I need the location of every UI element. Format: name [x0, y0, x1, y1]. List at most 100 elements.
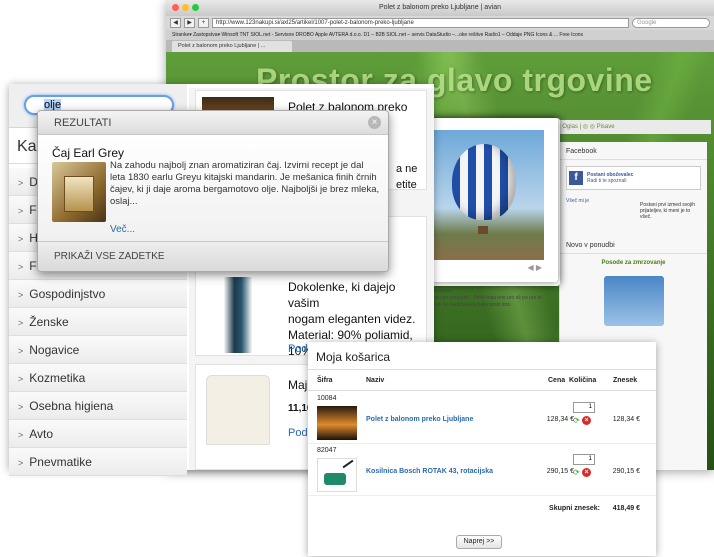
cart-total-label: Skupni znesek:	[549, 505, 600, 512]
bookmarks-bar[interactable]: Stranke▾ Zastopstva▾ Winsoft TNT SIOL.ne…	[166, 30, 714, 40]
chevron-right-icon: >	[18, 458, 24, 468]
chevron-right-icon: >	[18, 374, 24, 384]
category-label: Kozmetika	[29, 371, 86, 385]
cart-row-image[interactable]	[317, 406, 357, 440]
add-bookmark-button[interactable]: +	[198, 18, 209, 28]
lightbox-caption: 6 mesecev vajalo po omaratih". Polet tra…	[428, 288, 542, 308]
balloon-basket	[478, 226, 488, 234]
facebook-heading: Facebook	[560, 142, 707, 160]
lawnmower-handle	[342, 459, 354, 469]
remove-icon[interactable]: ×	[582, 416, 591, 425]
refresh-icon[interactable]: ⟳	[573, 468, 580, 477]
new-product-name[interactable]: Posode za zmrzovanje	[560, 254, 707, 272]
result-title[interactable]: Čaj Earl Grey	[52, 146, 124, 160]
search-result-item[interactable]: Čaj Earl Grey Na zahodu najbolj znan aro…	[38, 136, 388, 243]
category-label: Nogavice	[29, 343, 80, 357]
result-more-link[interactable]: Več...	[110, 224, 135, 235]
shopping-cart-panel: Moja košarica Šifra Naziv Cena Količina …	[308, 342, 656, 556]
category-item[interactable]: > Avto	[9, 420, 187, 448]
tab-bar: Polet z balonom preko Ljubljane | ...	[166, 40, 714, 52]
show-all-results-button[interactable]: PRIKAŽI VSE ZADETKE	[38, 241, 388, 271]
category-label: Gospodinjstvo	[29, 287, 106, 301]
web-search-field[interactable]: Google	[632, 18, 710, 28]
chevron-right-icon: >	[18, 178, 24, 188]
category-item[interactable]: > Kozmetika	[9, 364, 187, 392]
url-field[interactable]: http://www.123nakupi.si/axl25/artikel/10…	[212, 18, 629, 28]
window-title: Polet z balonom preko Ljubljane | avian	[378, 4, 502, 11]
store-nav-strip[interactable]: | Oglas | ◎ ◎ Pisave	[551, 120, 711, 134]
browser-tab[interactable]: Polet z balonom preko Ljubljane | ...	[172, 41, 292, 52]
fb-fan-sub: Radi ti te spoznali	[587, 178, 627, 184]
product-name-shirt[interactable]: Maji	[288, 377, 310, 393]
quantity-input[interactable]: 1	[573, 454, 595, 465]
cart-row-name[interactable]: Polet z balonom preko Ljubljane	[366, 416, 473, 423]
category-item[interactable]: > Nogavice	[9, 336, 187, 364]
col-kolicina: Količina	[569, 377, 597, 384]
search-results-popup: REZULTATI × Čaj Earl Grey Na zahodu najb…	[37, 110, 389, 272]
balloon-graphic	[452, 144, 516, 220]
category-label: Osebna higiena	[29, 399, 114, 413]
cart-row-price: 128,34 €	[546, 416, 574, 423]
cart-row: 82047 Kosilnica Bosch ROTAK 43, rotacijs…	[308, 444, 656, 496]
product-thumb-shirt[interactable]	[206, 375, 270, 445]
col-sifra: Šifra	[317, 377, 333, 384]
cart-row-sku: 82047	[317, 447, 337, 454]
popup-header-label: REZULTATI	[54, 117, 112, 129]
cart-row-total: 290,15 €	[612, 468, 640, 475]
balloon-lightbox: ◀ ▶	[428, 118, 558, 282]
chevron-right-icon: >	[18, 290, 24, 300]
cart-row-total: 128,34 €	[612, 416, 640, 423]
result-description: Na zahodu najbolj znan aromatiziran čaj.…	[110, 160, 380, 207]
category-label: Avto	[29, 427, 54, 441]
refresh-icon[interactable]: ⟳	[573, 416, 580, 425]
category-label: Pnevmatike	[29, 455, 92, 469]
lightbox-nav-arrows[interactable]: ◀ ▶	[527, 263, 542, 272]
chevron-right-icon: >	[18, 346, 24, 356]
close-icon[interactable]: ×	[368, 116, 381, 129]
category-label: F	[29, 203, 37, 217]
address-bar: ◀ ▶ + http://www.123nakupi.si/axl25/arti…	[166, 16, 714, 30]
new-product-image[interactable]	[603, 276, 664, 326]
window-controls[interactable]	[172, 4, 199, 11]
remove-icon[interactable]: ×	[582, 468, 591, 477]
facebook-fan-box[interactable]: f Postani oboževalec Radi ti te spoznali	[566, 166, 701, 190]
cart-row-sku: 10084	[317, 395, 337, 402]
chevron-right-icon: >	[18, 234, 24, 244]
category-label: F	[29, 259, 37, 273]
product-thumb-stockings[interactable]	[202, 277, 274, 353]
category-label: Ženske	[29, 315, 69, 329]
chevron-right-icon: >	[18, 402, 24, 412]
col-cena: Cena	[548, 377, 566, 384]
quantity-input[interactable]: 1	[573, 402, 595, 413]
window-titlebar: Polet z balonom preko Ljubljane | avian	[166, 0, 714, 16]
cart-row: 10084 Polet z balonom preko Ljubljane 12…	[308, 392, 656, 444]
product-peek-b: etite	[396, 179, 417, 191]
chevron-right-icon: >	[18, 430, 24, 440]
cart-total-value: 418,49 €	[612, 505, 640, 512]
chevron-right-icon: >	[18, 262, 24, 272]
lawnmower-graphic	[324, 473, 346, 485]
category-item[interactable]: > Gospodinjstvo	[9, 280, 187, 308]
category-item[interactable]: > Ženske	[9, 308, 187, 336]
zoom-window-button[interactable]	[192, 4, 199, 11]
new-products-heading: Novo v ponudbi	[560, 236, 707, 254]
cart-table-header: Šifra Naziv Cena Količina Znesek	[308, 369, 656, 391]
col-naziv: Naziv	[366, 377, 385, 384]
category-item[interactable]: > Pnevmatike	[9, 448, 187, 476]
cart-row-image[interactable]	[317, 458, 357, 492]
cart-row-price: 290,15 €	[546, 468, 574, 475]
minimize-window-button[interactable]	[182, 4, 189, 11]
chevron-right-icon: >	[18, 318, 24, 328]
result-thumbnail[interactable]	[52, 162, 106, 222]
col-znesek: Znesek	[613, 377, 638, 384]
facebook-icon: f	[569, 171, 583, 185]
balloon-photo[interactable]	[428, 130, 544, 260]
close-window-button[interactable]	[172, 4, 179, 11]
popup-header: REZULTATI ×	[38, 111, 388, 135]
cart-row-name[interactable]: Kosilnica Bosch ROTAK 43, rotacijska	[366, 468, 493, 475]
category-item[interactable]: > Osebna higiena	[9, 392, 187, 420]
back-button[interactable]: ◀	[170, 18, 181, 28]
forward-button[interactable]: ▶	[184, 18, 195, 28]
next-button[interactable]: Naprej >>	[456, 535, 502, 549]
chevron-right-icon: >	[18, 206, 24, 216]
